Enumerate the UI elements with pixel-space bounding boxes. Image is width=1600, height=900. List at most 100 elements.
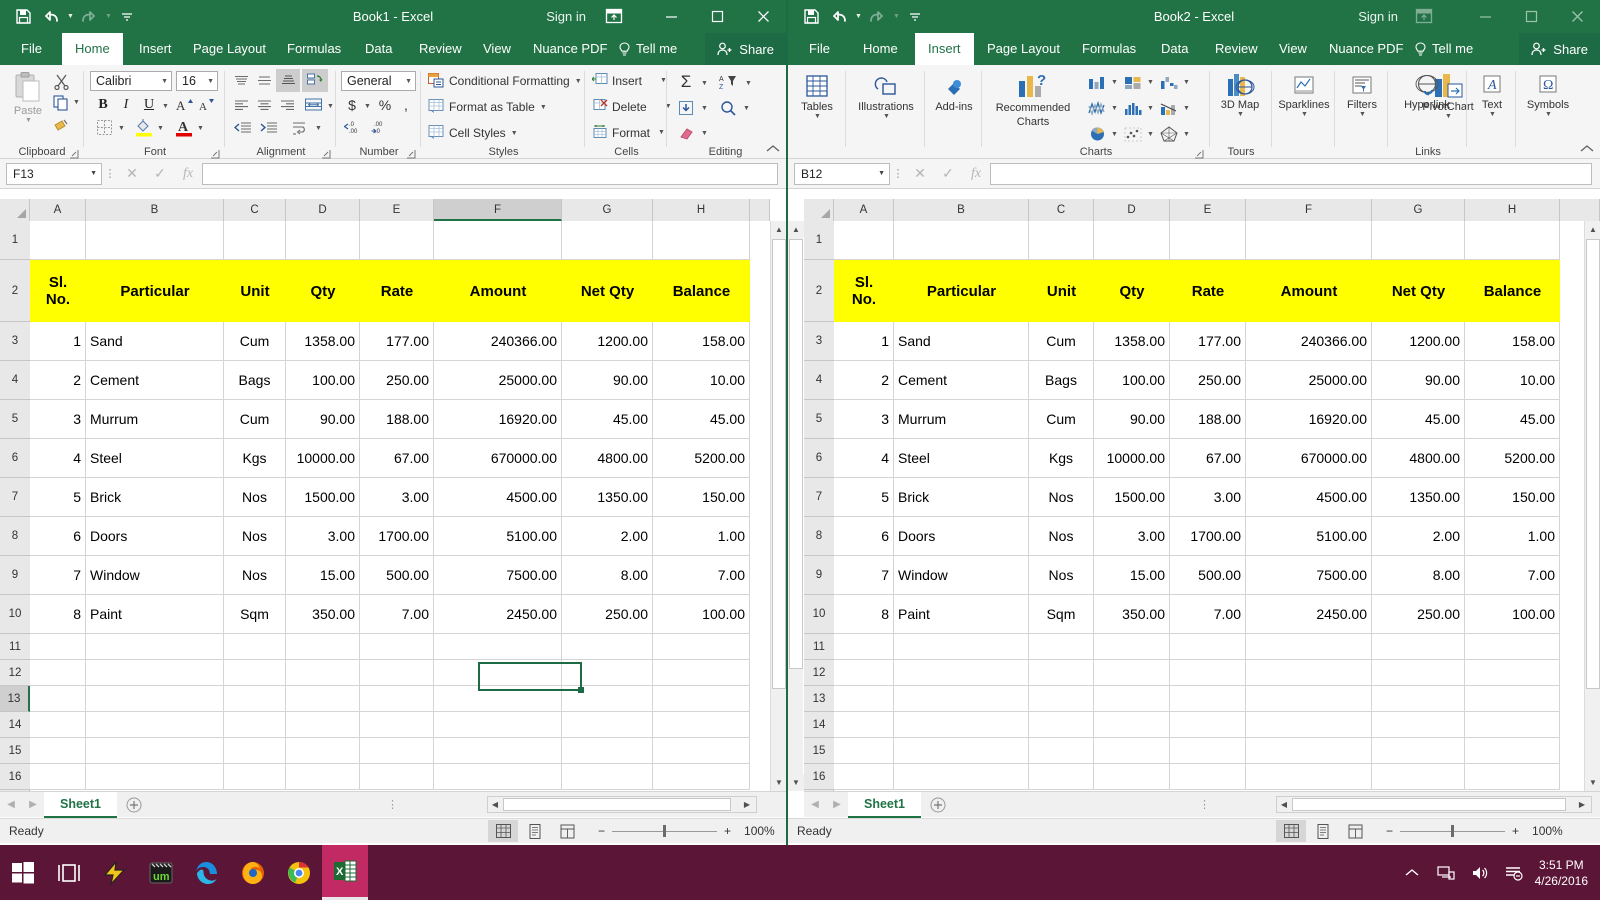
cell-balance[interactable]: 150.00 bbox=[1465, 478, 1560, 517]
align-left-icon[interactable] bbox=[230, 95, 252, 115]
cell-unit[interactable]: Kgs bbox=[224, 439, 286, 478]
cell-sl[interactable]: 5 bbox=[30, 478, 86, 517]
wrap-text-icon[interactable] bbox=[288, 118, 312, 138]
cell[interactable] bbox=[360, 764, 434, 790]
decrease-font-size-icon[interactable]: A bbox=[197, 95, 217, 115]
cell-qty[interactable]: 350.00 bbox=[1094, 595, 1170, 634]
cell[interactable] bbox=[653, 686, 750, 712]
format-cells-button[interactable]: Format ▼ bbox=[592, 125, 665, 140]
tab-insert-book2[interactable]: Insert bbox=[915, 33, 974, 65]
cell[interactable] bbox=[86, 686, 224, 712]
split-handle-book2[interactable]: ⋮ bbox=[1193, 798, 1216, 811]
cell-particular[interactable]: Doors bbox=[86, 517, 224, 556]
cell-amount[interactable]: 2450.00 bbox=[434, 595, 562, 634]
tab-nuance-pdf[interactable]: Nuance PDF bbox=[520, 33, 620, 65]
action-center-icon[interactable] bbox=[1497, 845, 1531, 900]
cell[interactable] bbox=[1246, 686, 1372, 712]
table-header-qty[interactable]: Qty bbox=[286, 260, 360, 322]
cell-amount[interactable]: 240366.00 bbox=[434, 322, 562, 361]
split-handle-book1[interactable]: ⋮ bbox=[381, 798, 404, 811]
clear-icon[interactable] bbox=[674, 123, 698, 143]
scroll-down-arrow-book2[interactable]: ▼ bbox=[1585, 774, 1600, 791]
page-layout-view-button-book2[interactable] bbox=[1308, 820, 1338, 842]
cell-rate[interactable]: 250.00 bbox=[360, 361, 434, 400]
cell[interactable] bbox=[1094, 738, 1170, 764]
cell-unit[interactable]: Sqm bbox=[1029, 595, 1094, 634]
cell-rate[interactable]: 188.00 bbox=[1170, 400, 1246, 439]
cell-rate[interactable]: 250.00 bbox=[1170, 361, 1246, 400]
cell-particular[interactable]: Murrum bbox=[894, 400, 1029, 439]
cell-amount[interactable]: 16920.00 bbox=[434, 400, 562, 439]
cell[interactable] bbox=[86, 712, 224, 738]
sign-in-button-book1[interactable]: Sign in bbox=[546, 0, 586, 33]
select-all-corner-book2[interactable] bbox=[804, 199, 834, 221]
zoom-in-button-book2[interactable]: + bbox=[1512, 824, 1519, 838]
cell-sl[interactable]: 7 bbox=[30, 556, 86, 595]
cell-unit[interactable]: Cum bbox=[224, 400, 286, 439]
table-header-netqty[interactable]: Net Qty bbox=[1372, 260, 1465, 322]
cell[interactable] bbox=[30, 686, 86, 712]
cell[interactable] bbox=[434, 686, 562, 712]
table-header-unit[interactable]: Unit bbox=[224, 260, 286, 322]
row-header-3[interactable]: 3 bbox=[804, 322, 834, 361]
cell-particular[interactable]: Paint bbox=[86, 595, 224, 634]
cell-sl[interactable]: 6 bbox=[30, 517, 86, 556]
cell-netqty[interactable]: 8.00 bbox=[1372, 556, 1465, 595]
cell[interactable] bbox=[86, 738, 224, 764]
cell-unit[interactable]: Cum bbox=[1029, 400, 1094, 439]
cell[interactable] bbox=[1029, 660, 1094, 686]
row-header-13[interactable]: 13 bbox=[804, 686, 834, 712]
cell-netqty[interactable]: 8.00 bbox=[562, 556, 653, 595]
enter-formula-icon-book2[interactable]: ✓ bbox=[934, 163, 962, 185]
name-box-book2[interactable]: B12 ▼ bbox=[794, 163, 890, 185]
table-header-balance[interactable]: Balance bbox=[653, 260, 750, 322]
cell-unit[interactable]: Bags bbox=[1029, 361, 1094, 400]
cell[interactable] bbox=[562, 738, 653, 764]
cell[interactable] bbox=[1465, 686, 1560, 712]
cell[interactable] bbox=[224, 738, 286, 764]
cell[interactable] bbox=[30, 634, 86, 660]
column-header-h[interactable]: H bbox=[653, 199, 750, 221]
cell-amount[interactable]: 7500.00 bbox=[1246, 556, 1372, 595]
cell[interactable] bbox=[434, 634, 562, 660]
tab-file-book2[interactable]: File bbox=[796, 33, 843, 65]
cell-particular[interactable]: Brick bbox=[86, 478, 224, 517]
task-view-button[interactable] bbox=[46, 845, 92, 900]
hscroll-right-arrow-book2[interactable]: ▶ bbox=[1575, 800, 1589, 809]
left-window-vscroll-sliver[interactable]: ▲ ▼ bbox=[788, 221, 803, 791]
page-break-preview-button-book1[interactable] bbox=[552, 820, 582, 842]
cell[interactable] bbox=[286, 686, 360, 712]
cell[interactable] bbox=[1029, 634, 1094, 660]
cancel-formula-icon-book1[interactable]: ✕ bbox=[118, 163, 146, 185]
line-chart-icon[interactable] bbox=[1085, 97, 1109, 119]
cell[interactable] bbox=[434, 221, 562, 260]
um-player-icon[interactable]: um bbox=[138, 845, 184, 900]
column-header-i[interactable] bbox=[750, 199, 770, 221]
fill-icon[interactable] bbox=[674, 97, 698, 119]
column-header-e-book2[interactable]: E bbox=[1170, 199, 1246, 221]
cell[interactable] bbox=[834, 712, 894, 738]
column-header-b-book2[interactable]: B bbox=[894, 199, 1029, 221]
cell-sl[interactable]: 6 bbox=[834, 517, 894, 556]
cell[interactable] bbox=[30, 660, 86, 686]
cell[interactable] bbox=[1170, 660, 1246, 686]
tab-view[interactable]: View bbox=[470, 33, 524, 65]
cell-qty[interactable]: 3.00 bbox=[1094, 517, 1170, 556]
row-header-15[interactable]: 15 bbox=[804, 738, 834, 764]
increase-indent-icon[interactable] bbox=[256, 118, 280, 138]
select-all-corner-book1[interactable] bbox=[0, 199, 30, 221]
cell[interactable] bbox=[894, 686, 1029, 712]
column-header-g-book2[interactable]: G bbox=[1372, 199, 1465, 221]
underline-button[interactable]: U bbox=[139, 95, 159, 115]
cell[interactable] bbox=[286, 221, 360, 260]
align-right-icon[interactable] bbox=[276, 95, 298, 115]
vertical-scrollbar-book2[interactable]: ▲ ▼ bbox=[1584, 221, 1600, 791]
row-header-10[interactable]: 10 bbox=[0, 595, 30, 634]
cell-qty[interactable]: 100.00 bbox=[286, 361, 360, 400]
cell-netqty[interactable]: 90.00 bbox=[562, 361, 653, 400]
merge-center-icon[interactable] bbox=[301, 95, 325, 115]
cell-amount[interactable]: 4500.00 bbox=[1246, 478, 1372, 517]
row-header-14[interactable]: 14 bbox=[804, 712, 834, 738]
tab-page-layout-book2[interactable]: Page Layout bbox=[974, 33, 1073, 65]
cell[interactable] bbox=[224, 686, 286, 712]
